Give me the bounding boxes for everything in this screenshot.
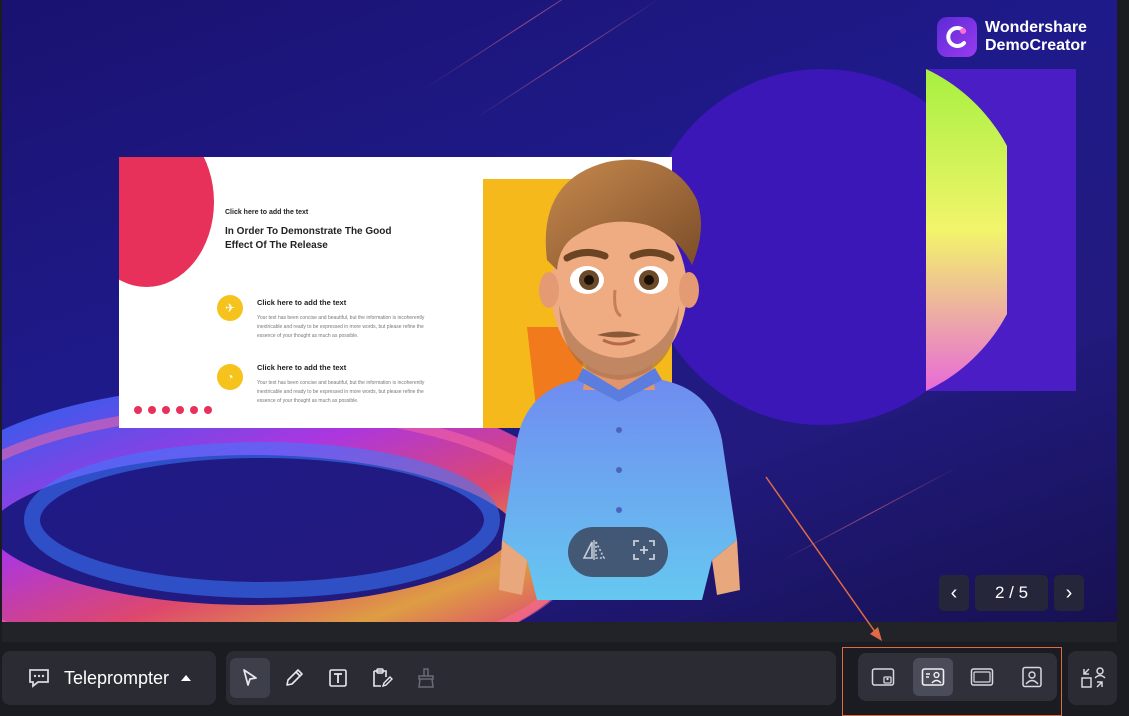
chat-bubble-icon <box>29 669 49 688</box>
screen-with-avatar-icon[interactable] <box>912 658 953 696</box>
cursor-icon[interactable] <box>230 658 270 698</box>
canvas-footer-strip <box>2 622 1117 642</box>
teleprompter-label: Teleprompter <box>64 667 170 688</box>
teleprompter-button[interactable]: Teleprompter <box>2 651 216 705</box>
screen-only-icon[interactable] <box>962 658 1002 696</box>
recording-canvas: Wondershare DemoCreator Click here to ad… <box>2 0 1117 622</box>
brand-name-line2: DemoCreator <box>985 37 1087 54</box>
avatar-controls <box>568 527 668 577</box>
democreator-logo-icon <box>937 17 977 57</box>
brand-name-line1: Wondershare <box>985 19 1087 36</box>
clipboard-edit-icon[interactable] <box>362 658 402 698</box>
brand-logo: Wondershare DemoCreator <box>937 17 1087 57</box>
slide-pager: ‹ 2 / 5 › <box>939 575 1084 611</box>
pen-icon[interactable] <box>274 658 314 698</box>
plane-icon: ✈ <box>217 295 243 321</box>
decor-streak <box>421 0 641 91</box>
clock-icon: ◔ <box>217 364 243 390</box>
chevron-right-icon[interactable]: › <box>1054 575 1084 611</box>
slide-item-title: Click here to add the text <box>257 363 347 372</box>
caret-up-icon[interactable] <box>181 675 192 681</box>
slide-pink-circle <box>119 157 214 287</box>
layout-switcher <box>858 653 1057 701</box>
slide-dots <box>134 406 212 414</box>
slide-item-body: Your text has been concise and beautiful… <box>257 315 425 339</box>
decor-streak <box>471 0 666 121</box>
flip-horizontal-icon[interactable] <box>581 539 607 566</box>
eraser-icon[interactable] <box>406 658 446 698</box>
slide-item-body: Your text has been concise and beautiful… <box>257 380 425 404</box>
text-icon[interactable] <box>318 658 358 698</box>
screen-with-small-avatar-icon[interactable] <box>863 658 903 696</box>
crop-frame-icon[interactable] <box>632 539 656 566</box>
swap-layout-icon[interactable] <box>1068 651 1117 705</box>
drawing-toolbar <box>226 651 836 705</box>
chevron-left-icon[interactable]: ‹ <box>939 575 969 611</box>
slide-item-title: Click here to add the text <box>257 298 347 307</box>
slide-small-label: Click here to add the text <box>225 209 309 216</box>
avatar-only-icon[interactable] <box>1012 658 1052 696</box>
page-indicator: 2 / 5 <box>975 575 1048 611</box>
slide-heading: In Order To Demonstrate The Good Effect … <box>225 226 392 251</box>
decor-streak <box>781 466 959 561</box>
